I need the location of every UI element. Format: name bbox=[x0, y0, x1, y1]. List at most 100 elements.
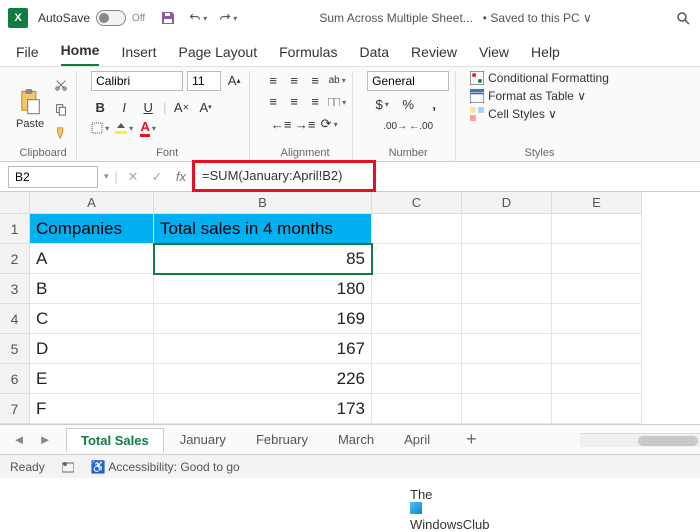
cell[interactable] bbox=[372, 244, 462, 274]
decrease-decimal-icon[interactable]: ←.00 bbox=[412, 117, 430, 135]
cell[interactable] bbox=[462, 394, 552, 424]
menu-formulas[interactable]: Formulas bbox=[279, 44, 337, 66]
row-header[interactable]: 6 bbox=[0, 364, 30, 394]
tab-total-sales[interactable]: Total Sales bbox=[66, 428, 164, 452]
fill-color-icon[interactable] bbox=[115, 119, 133, 137]
percent-icon[interactable]: % bbox=[399, 95, 417, 113]
font-color-icon[interactable]: A bbox=[139, 119, 157, 137]
currency-icon[interactable]: $ bbox=[373, 95, 391, 113]
row-header[interactable]: 5 bbox=[0, 334, 30, 364]
menu-home[interactable]: Home bbox=[61, 42, 100, 66]
cancel-formula-icon[interactable]: ✕ bbox=[124, 168, 142, 186]
increase-decimal-icon[interactable]: .00→ bbox=[386, 117, 404, 135]
cell-a5[interactable]: D bbox=[30, 334, 154, 364]
cell-b6[interactable]: 226 bbox=[154, 364, 372, 394]
cell[interactable] bbox=[552, 334, 642, 364]
cell-b4[interactable]: 169 bbox=[154, 304, 372, 334]
cell-b3[interactable]: 180 bbox=[154, 274, 372, 304]
font-name-select[interactable] bbox=[91, 71, 183, 91]
increase-font-icon[interactable]: A▴ bbox=[225, 71, 243, 89]
row-header[interactable]: 4 bbox=[0, 304, 30, 334]
cell-a2[interactable]: A bbox=[30, 244, 154, 274]
italic-button[interactable]: I bbox=[115, 98, 133, 116]
cell[interactable] bbox=[552, 244, 642, 274]
cell-b1[interactable]: Total sales in 4 months bbox=[154, 214, 372, 244]
tab-prev-icon[interactable]: ◄ bbox=[10, 431, 28, 449]
menu-help[interactable]: Help bbox=[531, 44, 560, 66]
redo-icon[interactable] bbox=[219, 9, 237, 27]
menu-insert[interactable]: Insert bbox=[121, 44, 156, 66]
select-all-corner[interactable] bbox=[0, 192, 30, 214]
autosave-toggle[interactable]: AutoSave Off bbox=[38, 10, 145, 26]
paste-label[interactable]: Paste bbox=[16, 118, 44, 130]
cell-styles-button[interactable]: Cell Styles ∨ bbox=[470, 107, 557, 121]
tab-march[interactable]: March bbox=[324, 428, 388, 451]
cell[interactable] bbox=[372, 364, 462, 394]
cell[interactable] bbox=[552, 364, 642, 394]
spreadsheet-grid[interactable]: A B C D E 1 Companies Total sales in 4 m… bbox=[0, 192, 700, 424]
cell[interactable] bbox=[372, 214, 462, 244]
underline-button[interactable]: U bbox=[139, 98, 157, 116]
cell[interactable] bbox=[462, 334, 552, 364]
comma-icon[interactable]: , bbox=[425, 95, 443, 113]
tab-january[interactable]: January bbox=[166, 428, 240, 451]
cell[interactable] bbox=[462, 214, 552, 244]
accessibility-status[interactable]: ♿ Accessibility: Good to go bbox=[91, 460, 240, 474]
merge-icon[interactable] bbox=[328, 93, 346, 111]
formula-input[interactable]: =SUM(January:April!B2) bbox=[196, 166, 692, 188]
cell[interactable] bbox=[372, 304, 462, 334]
col-header-a[interactable]: A bbox=[30, 192, 154, 214]
cell[interactable] bbox=[372, 334, 462, 364]
font-grow-icon[interactable]: A▾ bbox=[197, 98, 215, 116]
col-header-c[interactable]: C bbox=[372, 192, 462, 214]
tab-next-icon[interactable]: ► bbox=[36, 431, 54, 449]
cell-b7[interactable]: 173 bbox=[154, 394, 372, 424]
tab-february[interactable]: February bbox=[242, 428, 322, 451]
cell-b5[interactable]: 167 bbox=[154, 334, 372, 364]
toggle-switch[interactable] bbox=[96, 10, 126, 26]
fx-icon[interactable]: fx bbox=[172, 168, 190, 186]
cell[interactable] bbox=[372, 274, 462, 304]
cell-a3[interactable]: B bbox=[30, 274, 154, 304]
orientation-icon[interactable]: ⟳ bbox=[320, 115, 338, 133]
cell-a1[interactable]: Companies bbox=[30, 214, 154, 244]
col-header-e[interactable]: E bbox=[552, 192, 642, 214]
align-center-icon[interactable]: ≡ bbox=[285, 93, 303, 111]
cell[interactable] bbox=[462, 244, 552, 274]
bold-button[interactable]: B bbox=[91, 98, 109, 116]
enter-formula-icon[interactable]: ✓ bbox=[148, 168, 166, 186]
cell-a6[interactable]: E bbox=[30, 364, 154, 394]
font-size-select[interactable] bbox=[187, 71, 221, 91]
name-box[interactable] bbox=[8, 166, 98, 188]
align-right-icon[interactable]: ≡ bbox=[306, 93, 324, 111]
cell[interactable] bbox=[372, 394, 462, 424]
tab-april[interactable]: April bbox=[390, 428, 444, 451]
wrap-text-icon[interactable]: ab bbox=[328, 71, 346, 89]
menu-view[interactable]: View bbox=[479, 44, 509, 66]
col-header-d[interactable]: D bbox=[462, 192, 552, 214]
paste-icon[interactable] bbox=[16, 88, 44, 116]
menu-file[interactable]: File bbox=[16, 44, 39, 66]
col-header-b[interactable]: B bbox=[154, 192, 372, 214]
number-format-select[interactable] bbox=[367, 71, 449, 91]
save-icon[interactable] bbox=[159, 9, 177, 27]
cell[interactable] bbox=[552, 304, 642, 334]
cut-icon[interactable] bbox=[52, 76, 70, 94]
copy-icon[interactable] bbox=[52, 100, 70, 118]
clear-format-icon[interactable]: A✕ bbox=[173, 98, 191, 116]
cell-a7[interactable]: F bbox=[30, 394, 154, 424]
macro-record-icon[interactable] bbox=[59, 458, 77, 476]
increase-indent-icon[interactable]: →≡ bbox=[296, 115, 314, 133]
borders-icon[interactable] bbox=[91, 119, 109, 137]
cell[interactable] bbox=[462, 274, 552, 304]
cell[interactable] bbox=[552, 214, 642, 244]
cell-b2[interactable]: 85 bbox=[154, 244, 372, 274]
cell-a4[interactable]: C bbox=[30, 304, 154, 334]
undo-icon[interactable] bbox=[189, 9, 207, 27]
horizontal-scrollbar[interactable] bbox=[580, 433, 700, 447]
menu-page-layout[interactable]: Page Layout bbox=[178, 44, 257, 66]
align-top-icon[interactable]: ≡ bbox=[264, 71, 282, 89]
cell[interactable] bbox=[462, 304, 552, 334]
conditional-formatting-button[interactable]: Conditional Formatting bbox=[470, 71, 609, 85]
cell[interactable] bbox=[552, 394, 642, 424]
